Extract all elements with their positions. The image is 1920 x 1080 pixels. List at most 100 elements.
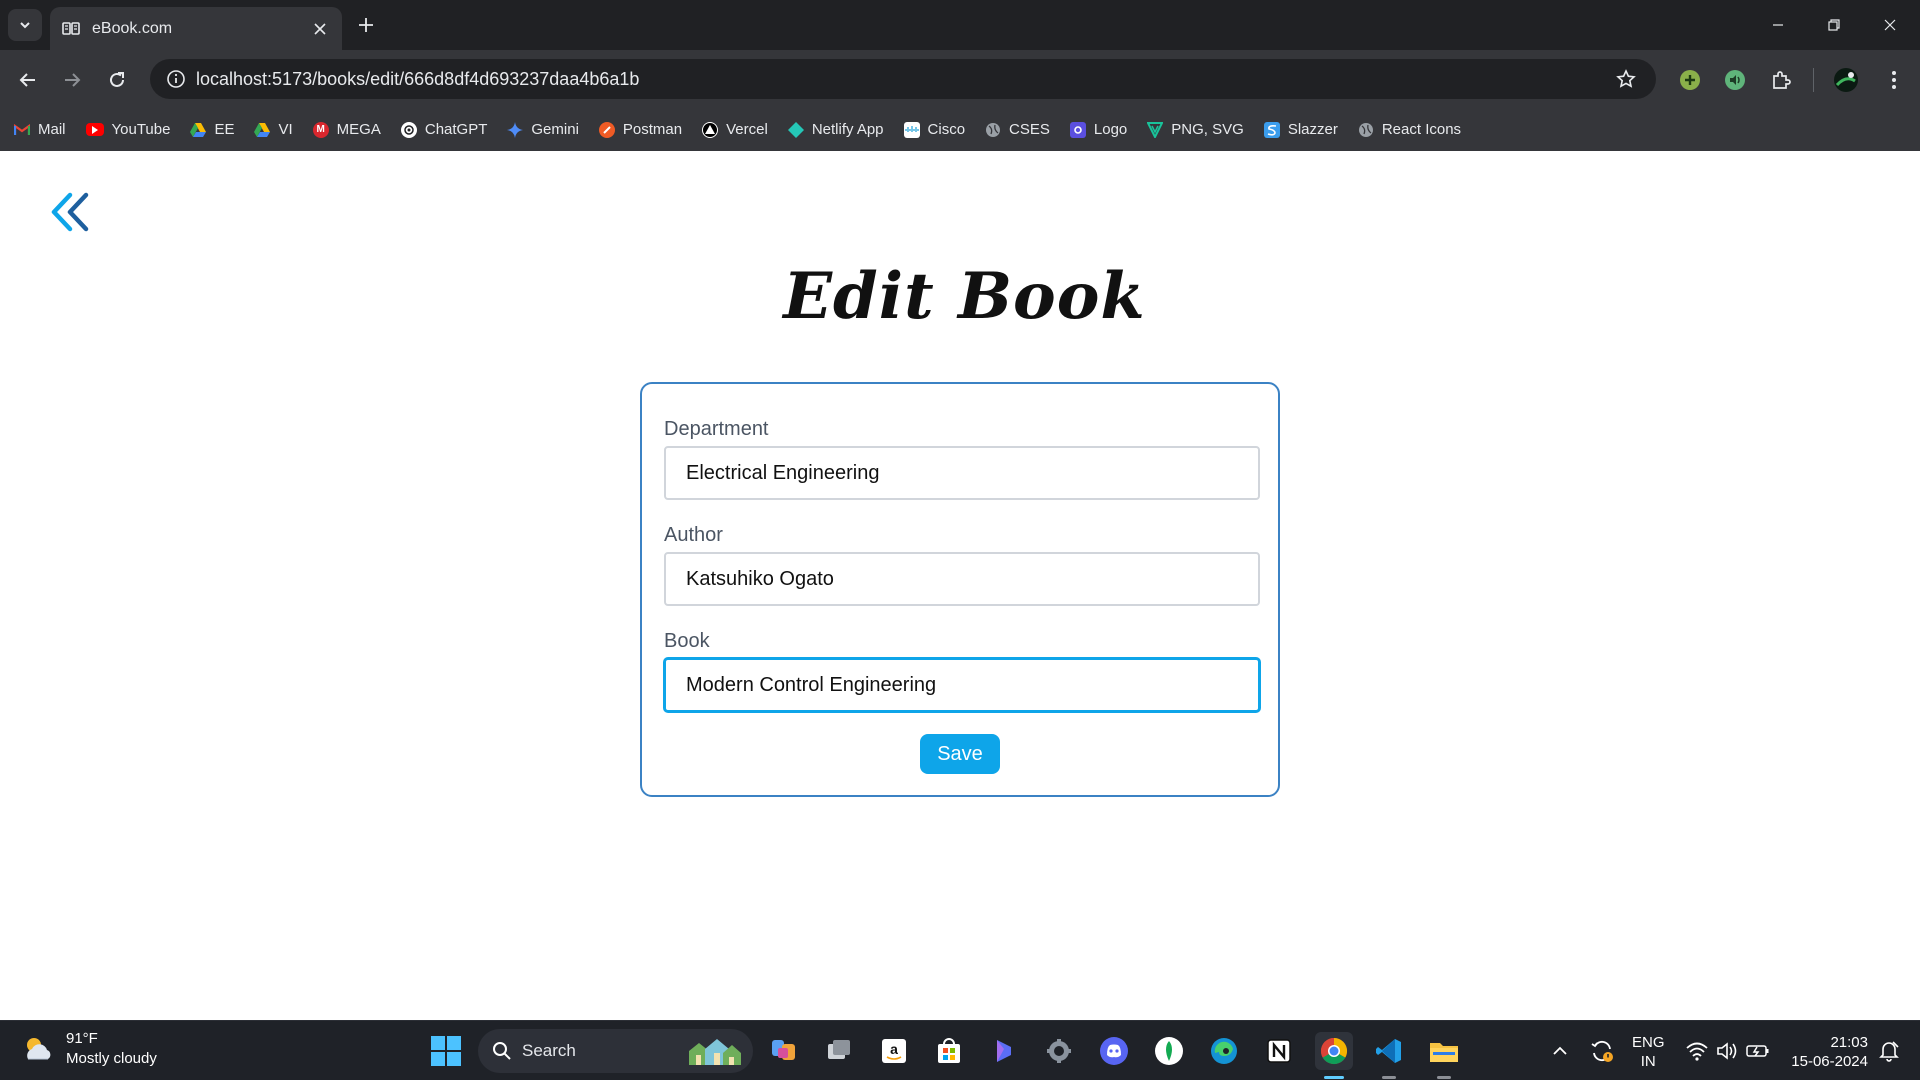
page-title: Edit Book <box>783 259 1146 334</box>
back-link[interactable] <box>48 189 94 235</box>
bookmark-label: VI <box>278 121 293 138</box>
browser-toolbar: localhost:5173/books/edit/666d8df4d69323… <box>0 50 1920 108</box>
bookmark-label: MEGA <box>336 121 381 138</box>
bookmark-label: Postman <box>622 121 683 138</box>
taskbar-search[interactable]: Search <box>478 1029 753 1073</box>
browser-tab-active[interactable]: eBook.com <box>50 7 342 50</box>
address-bar[interactable]: localhost:5173/books/edit/666d8df4d69323… <box>150 59 1656 99</box>
bookmark-postman[interactable]: Postman <box>598 121 683 138</box>
tab-search-button[interactable] <box>8 9 42 41</box>
mega-icon: M <box>312 121 329 138</box>
settings-app[interactable] <box>1040 1032 1078 1070</box>
task-view-app[interactable] <box>820 1032 858 1070</box>
store-app[interactable] <box>930 1032 968 1070</box>
bookmark-mail[interactable]: Mail <box>14 121 66 138</box>
close-window-button[interactable] <box>1870 10 1910 40</box>
bookmark-png-svg[interactable]: PNG, SVG <box>1147 121 1244 138</box>
weather-temp: 91°F <box>66 1030 98 1047</box>
bookmark-ee[interactable]: EE <box>190 121 234 138</box>
department-input[interactable] <box>664 446 1260 500</box>
arrow-left-icon <box>19 73 35 87</box>
notion-app[interactable] <box>1260 1032 1298 1070</box>
minimize-button[interactable] <box>1758 10 1798 40</box>
arrow-right-icon <box>65 73 81 87</box>
close-tab-icon[interactable] <box>310 19 330 39</box>
bing-app[interactable] <box>985 1032 1023 1070</box>
system-clock[interactable]: 21:03 15-06-2024 <box>1788 1033 1868 1071</box>
site-info-icon[interactable] <box>156 59 196 99</box>
extension-audio-icon[interactable] <box>1721 66 1749 94</box>
author-label: Author <box>664 524 723 546</box>
bookmark-cses[interactable]: CSES <box>985 121 1050 138</box>
profile-avatar[interactable] <box>1832 66 1860 94</box>
notion-icon <box>1267 1039 1291 1063</box>
bookmark-star-icon[interactable] <box>1606 59 1646 99</box>
discord-app[interactable] <box>1095 1032 1133 1070</box>
extensions-puzzle-icon[interactable] <box>1767 66 1795 94</box>
edge-icon <box>1211 1038 1237 1064</box>
book-label: Book <box>664 630 710 652</box>
globe-icon <box>1358 122 1374 138</box>
new-tab-button[interactable] <box>352 11 380 39</box>
vscode-icon <box>1376 1039 1401 1063</box>
bookmark-vi[interactable]: VI <box>254 121 293 138</box>
amazon-icon: a <box>882 1039 906 1063</box>
reload-button[interactable] <box>101 64 133 96</box>
show-hidden-icons[interactable] <box>1552 1021 1568 1080</box>
mongodb-icon <box>1155 1037 1183 1065</box>
start-button[interactable] <box>430 1035 462 1067</box>
bookmark-gemini[interactable]: Gemini <box>507 121 579 138</box>
search-label: Search <box>522 1041 576 1060</box>
mongodb-app[interactable] <box>1150 1032 1188 1070</box>
logo-icon <box>1069 121 1086 138</box>
volume-tray[interactable] <box>1716 1021 1738 1080</box>
forward-button[interactable] <box>56 64 88 96</box>
active-app-indicator <box>1324 1076 1344 1079</box>
battery-tray[interactable] <box>1746 1021 1770 1080</box>
postman-icon <box>598 121 615 138</box>
bookmark-vercel[interactable]: Vercel <box>702 121 768 138</box>
amazon-app[interactable]: a <box>875 1032 913 1070</box>
copilot-app[interactable] <box>765 1032 803 1070</box>
bookmark-react-icons[interactable]: React Icons <box>1358 121 1461 138</box>
sync-tray[interactable] <box>1590 1021 1614 1080</box>
chrome-app[interactable] <box>1315 1032 1353 1079</box>
weather-widget[interactable]: 91°F Mostly cloudy <box>20 1029 157 1069</box>
browser-menu-icon[interactable] <box>1880 66 1908 94</box>
bookmark-slazzer[interactable]: Slazzer <box>1263 121 1338 138</box>
bookmark-label: Netlify App <box>811 121 884 138</box>
bookmark-label: Cisco <box>927 121 966 138</box>
bookmark-logo[interactable]: Logo <box>1069 121 1127 138</box>
google-drive-icon <box>254 122 271 138</box>
bookmark-label: EE <box>214 121 235 138</box>
book-input[interactable] <box>664 658 1260 712</box>
notification-bell-icon <box>1879 1041 1899 1062</box>
author-input[interactable] <box>664 552 1260 606</box>
bookmark-label: PNG, SVG <box>1171 121 1244 138</box>
bookmark-netlify[interactable]: Netlify App <box>787 121 884 138</box>
chevron-up-icon <box>1553 1046 1567 1055</box>
page-content: Edit Book Department Author Book Save <box>0 151 1920 1020</box>
windows-logo-icon <box>431 1036 461 1066</box>
bookmark-chatgpt[interactable]: ChatGPT <box>400 121 487 138</box>
restore-button[interactable] <box>1814 10 1854 40</box>
task-view-icon <box>828 1040 850 1059</box>
language-indicator[interactable]: ENG IN <box>1632 1033 1665 1071</box>
network-tray[interactable] <box>1686 1021 1708 1080</box>
vscode-app[interactable] <box>1370 1032 1408 1079</box>
bing-icon <box>997 1040 1011 1062</box>
url-text[interactable]: localhost:5173/books/edit/666d8df4d69323… <box>196 69 1606 90</box>
bookmark-youtube[interactable]: YouTube <box>85 121 170 138</box>
back-button[interactable] <box>12 64 44 96</box>
file-explorer-app[interactable] <box>1425 1032 1463 1079</box>
chatgpt-icon <box>400 121 417 138</box>
svg-text:a: a <box>890 1041 898 1057</box>
notifications-tray[interactable] <box>1878 1021 1900 1080</box>
extension-green-plus-icon[interactable] <box>1676 66 1704 94</box>
store-icon <box>938 1038 960 1063</box>
bookmark-cisco[interactable]: Cisco <box>903 121 966 138</box>
save-button[interactable]: Save <box>920 734 1000 774</box>
bookmark-mega[interactable]: M MEGA <box>312 121 381 138</box>
png-svg-icon <box>1147 121 1164 138</box>
edge-app[interactable] <box>1205 1032 1243 1070</box>
